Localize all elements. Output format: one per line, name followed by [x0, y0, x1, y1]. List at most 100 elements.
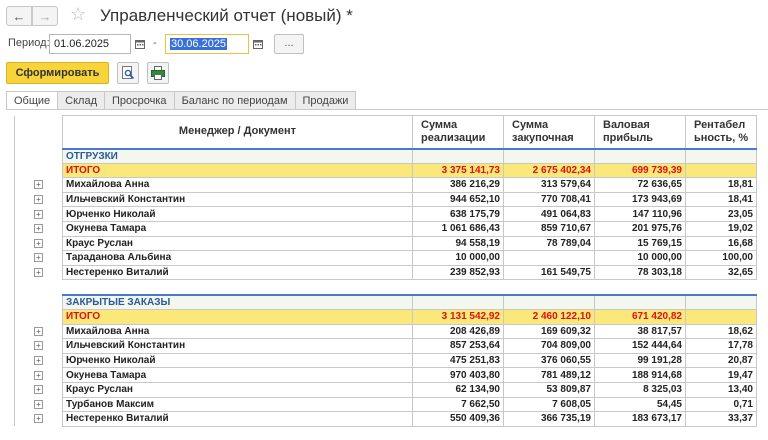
tab-overdue[interactable]: Просрочка [105, 91, 175, 110]
table-row[interactable]: + Турбанов Максим 7 662,50 7 608,05 54,45 0,7… [14, 396, 757, 413]
column-header-purchase[interactable]: Сумма закупочная [503, 115, 595, 149]
expand-plus-icon[interactable]: + [34, 370, 43, 380]
column-header-profit[interactable]: Валовая прибыль [594, 115, 686, 149]
sales-value: 1 061 686,43 [412, 220, 504, 237]
table-row[interactable]: + Краус Руслан 94 558,19 78 789,04 15 769,15… [14, 235, 757, 252]
tree-cell: + [14, 206, 63, 222]
purchase-value: 366 735,19 [503, 411, 595, 427]
margin-value: 17,78 [685, 338, 757, 354]
expand-plus-icon[interactable]: + [34, 414, 43, 424]
total-row[interactable]: ИТОГО 3 375 141,73 2 675 402,34 699 739,39 [14, 162, 757, 179]
date-to-input[interactable]: 30.06.2025 [165, 34, 249, 54]
section-header-cell [412, 147, 504, 164]
tree-cell: + [14, 411, 63, 427]
tree-cell: + [14, 324, 63, 339]
sales-value: 94 558,19 [412, 235, 504, 252]
total-sales: 3 131 542,92 [412, 308, 504, 325]
table-row[interactable]: + Окунева Тамара 1 061 686,43 859 710,67 201… [14, 220, 757, 237]
tab-sales[interactable]: Продажи [295, 91, 357, 110]
tab-general[interactable]: Общие [6, 91, 59, 110]
generate-button[interactable]: Сформировать [6, 62, 109, 84]
manager-name: Турбанов Максим [62, 396, 413, 413]
table-row[interactable]: + Тараданова Альбина 10 000,00 10 000,00 100… [14, 250, 757, 266]
expand-plus-icon[interactable]: + [34, 238, 43, 248]
tree-cell: + [14, 265, 63, 280]
table-row[interactable]: + Окунева Тамара 970 403,80 781 489,12 188 9… [14, 367, 757, 383]
table-row[interactable]: + Юрченко Николай 638 175,79 491 064,83 147 … [14, 206, 757, 222]
expand-plus-icon[interactable]: + [34, 341, 43, 351]
tree-cell: + [14, 382, 63, 397]
margin-header-line1: Рентабел [694, 118, 746, 131]
header-row: Менеджер / Документ Сумма реализации Сумм… [14, 115, 757, 149]
total-margin [685, 308, 757, 325]
manager-name: Ильчевский Константин [62, 191, 413, 208]
manager-name: Краус Руслан [62, 235, 413, 252]
table-row[interactable]: + Ильчевский Константин 857 253,64 704 809,… [14, 338, 757, 354]
manager-name: Нестеренко Виталий [62, 411, 413, 427]
sales-value: 239 852,93 [412, 264, 504, 281]
column-header-margin[interactable]: Рентабел ьность, % [685, 115, 757, 149]
expand-plus-icon[interactable]: + [34, 253, 43, 263]
purchase-value: 376 060,55 [503, 352, 595, 369]
total-row[interactable]: ИТОГО 3 131 542,92 2 460 122,10 671 420,82 [14, 308, 757, 325]
favorite-star-icon[interactable]: ☆ [70, 4, 86, 24]
purchase-header-line1: Сумма [512, 118, 549, 131]
table-row[interactable]: + Нестеренко Виталий 239 852,93 161 549,75 7… [14, 264, 757, 281]
tree-cell: + [14, 353, 63, 368]
total-purchase: 2 675 402,34 [503, 162, 595, 179]
table-row[interactable]: + Краус Руслан 62 134,90 53 809,87 8 325,03 1… [14, 381, 757, 398]
expand-plus-icon[interactable]: + [34, 224, 43, 234]
expand-plus-icon[interactable]: + [34, 385, 43, 395]
purchase-value: 313 579,64 [503, 177, 595, 193]
expand-plus-icon[interactable]: + [34, 399, 43, 409]
table-row[interactable]: + Михайлова Анна 386 216,29 313 579,64 72 63… [14, 177, 757, 193]
sales-header-line1: Сумма [421, 118, 458, 131]
section-header-cell [594, 147, 686, 164]
tab-warehouse[interactable]: Склад [58, 91, 106, 110]
manager-name: Михайлова Анна [62, 323, 413, 340]
period-select-button[interactable]: ... [274, 34, 304, 54]
forward-button[interactable]: → [32, 6, 58, 26]
manager-name: Нестеренко Виталий [62, 264, 413, 281]
period-label: Период: [8, 37, 50, 49]
margin-value: 19,02 [685, 220, 757, 237]
preview-button[interactable] [117, 62, 139, 84]
tree-cell: + [14, 177, 63, 193]
profit-value: 183 673,17 [594, 411, 686, 427]
expand-plus-icon[interactable]: + [34, 209, 43, 219]
report-grid[interactable]: Менеджер / Документ Сумма реализации Сумм… [14, 115, 757, 427]
purchase-value: 781 489,12 [503, 367, 595, 383]
margin-value: 16,68 [685, 235, 757, 252]
purchase-header-line2: закупочная [512, 131, 574, 144]
profit-value: 15 769,15 [594, 235, 686, 252]
calendar-to-icon[interactable] [250, 34, 266, 54]
back-button[interactable]: ← [6, 6, 32, 26]
tree-cell: + [14, 338, 63, 354]
purchase-value: 491 064,83 [503, 206, 595, 222]
table-row[interactable]: + Ильчевский Константин 944 652,10 770 708,… [14, 191, 757, 208]
print-button[interactable] [147, 62, 169, 84]
tab-balance-by-periods[interactable]: Баланс по периодам [174, 91, 296, 110]
table-row[interactable]: + Нестеренко Виталий 550 409,36 366 735,19 1… [14, 411, 757, 427]
table-row[interactable]: + Михайлова Анна 208 426,89 169 609,32 38 81… [14, 323, 757, 340]
section-header-cell [685, 147, 757, 164]
column-header-manager[interactable]: Менеджер / Документ [62, 115, 413, 149]
preview-icon [122, 66, 135, 80]
manager-name: Окунева Тамара [62, 367, 413, 383]
date-from-input[interactable]: 01.06.2025 [49, 34, 131, 54]
section-title: ЗАКРЫТЫЕ ЗАКАЗЫ [62, 293, 413, 310]
margin-value: 100,00 [685, 250, 757, 266]
section-title: ОТГРУЗКИ [62, 147, 413, 164]
margin-value: 20,87 [685, 352, 757, 369]
expand-plus-icon[interactable]: + [34, 326, 43, 336]
margin-value: 0,71 [685, 396, 757, 413]
calendar-from-icon[interactable] [132, 34, 148, 54]
profit-value: 54,45 [594, 396, 686, 413]
column-header-sales[interactable]: Сумма реализации [412, 115, 504, 149]
expand-plus-icon[interactable]: + [34, 356, 43, 366]
purchase-value: 161 549,75 [503, 264, 595, 281]
table-row[interactable]: + Юрченко Николай 475 251,83 376 060,55 99 1… [14, 352, 757, 369]
expand-plus-icon[interactable]: + [34, 180, 43, 190]
expand-plus-icon[interactable]: + [34, 195, 43, 205]
expand-plus-icon[interactable]: + [34, 268, 43, 278]
